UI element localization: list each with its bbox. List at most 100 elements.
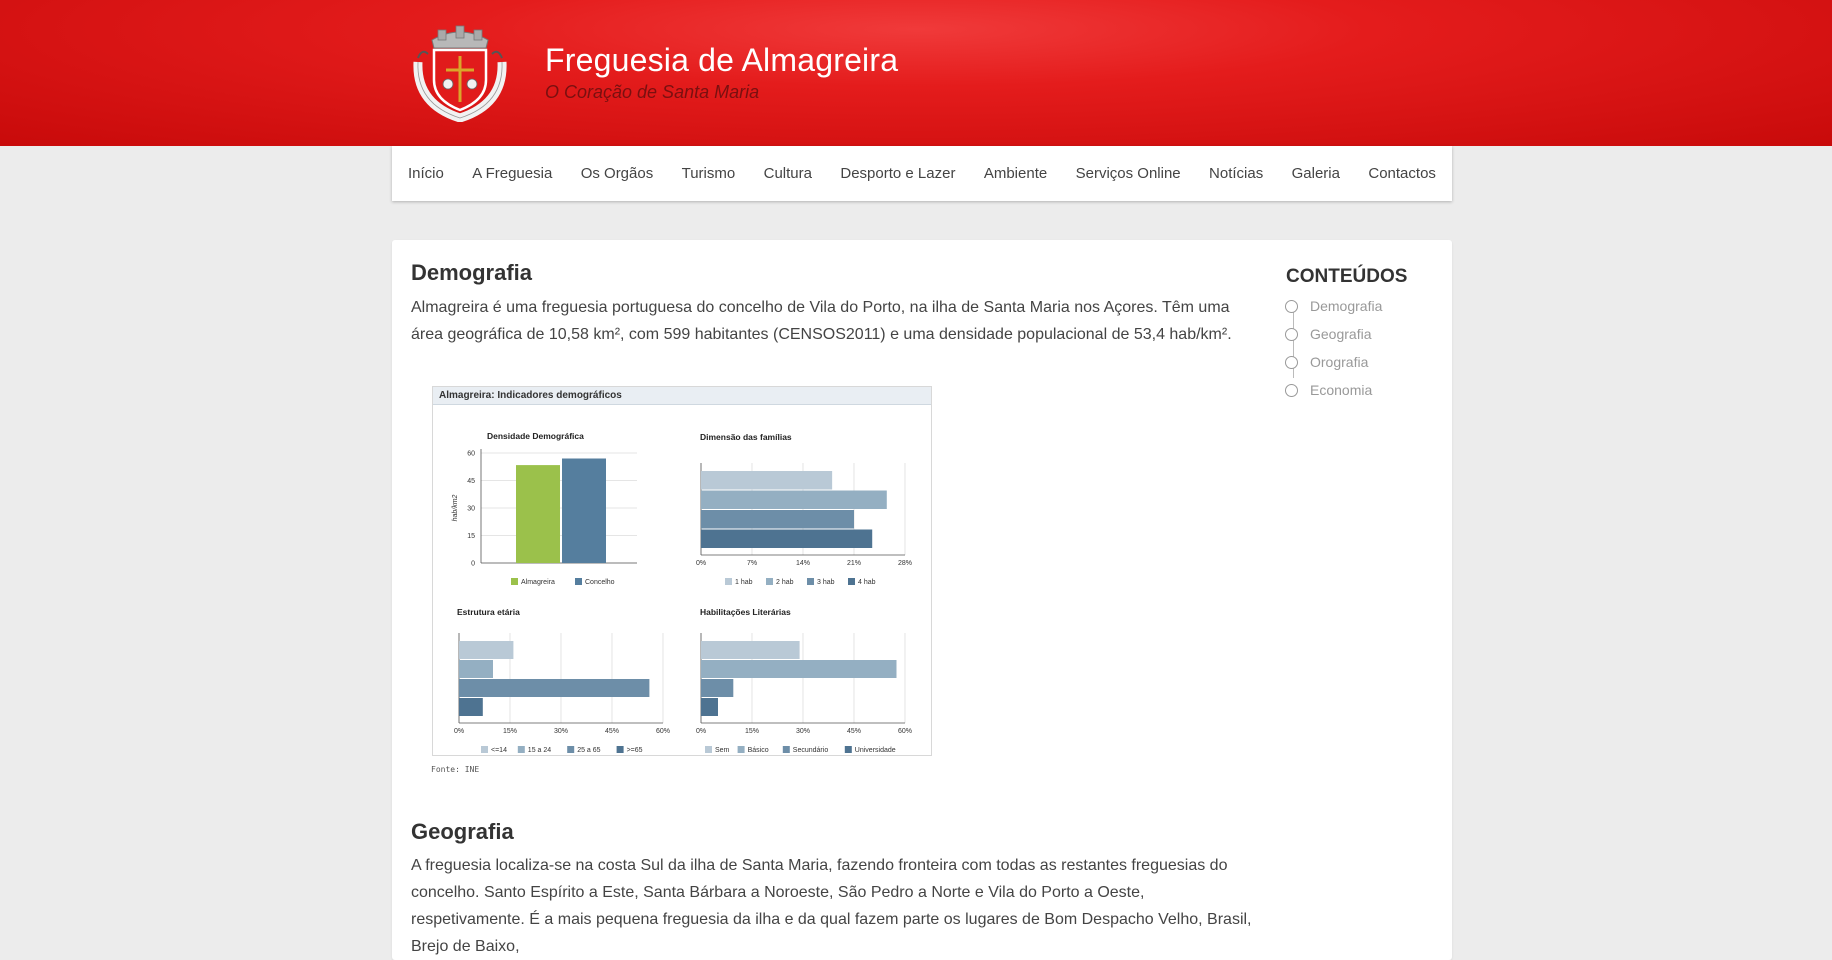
- y-tick-label: 15: [467, 533, 475, 540]
- bar-3-hab: [701, 510, 854, 529]
- section-text-demografia: Almagreira é uma freguesia portuguesa do…: [411, 299, 1232, 343]
- legend-swatch: [844, 746, 852, 753]
- x-tick-label: 30%: [796, 728, 810, 735]
- x-tick-label: 0%: [696, 560, 706, 567]
- toc-item-orografia[interactable]: Orografia: [1285, 353, 1368, 371]
- toc-circle-icon: [1285, 327, 1298, 341]
- nav-item-turismo[interactable]: Turismo: [682, 165, 736, 182]
- toc-item-geografia[interactable]: Geografia: [1285, 325, 1371, 343]
- legend-label: >=65: [627, 747, 643, 754]
- y-tick-label: 45: [467, 478, 475, 485]
- bar-universidade: [701, 698, 718, 716]
- nav-item-noticias[interactable]: Notícias: [1209, 165, 1263, 182]
- x-tick-label: 7%: [747, 560, 757, 567]
- nav-item-inicio[interactable]: Início: [408, 165, 444, 182]
- legend-swatch: [481, 746, 488, 753]
- nav-item-ambiente[interactable]: Ambiente: [984, 165, 1047, 182]
- legend-swatch: [766, 578, 773, 585]
- legend-label: 25 a 65: [577, 747, 600, 754]
- legend-swatch: [567, 746, 575, 753]
- bar--65: [459, 698, 483, 716]
- legend-swatch: [575, 578, 582, 585]
- legend-swatch: [782, 746, 790, 753]
- toc-circle-icon: [1285, 355, 1298, 369]
- y-tick-label: 60: [467, 451, 475, 458]
- bar-almagreira: [516, 465, 560, 563]
- legend-label: Universidade: [855, 747, 896, 754]
- toc-title: CONTEÚDOS: [1286, 266, 1408, 287]
- y-axis-label: hab/km2: [452, 494, 459, 521]
- x-tick-label: 45%: [605, 728, 619, 735]
- legend-label: 3 hab: [817, 579, 835, 586]
- chart-title: Dimensão das famílias: [700, 432, 792, 442]
- toc-item-demografia[interactable]: Demografia: [1285, 297, 1382, 315]
- toc-label: Orografia: [1310, 354, 1369, 370]
- bar-secund-rio: [701, 679, 734, 697]
- chart-title: Habilitações Literárias: [700, 607, 791, 617]
- site-header: Freguesia de Almagreira O Coração de San…: [0, 0, 1832, 146]
- legend-label: 4 hab: [858, 579, 876, 586]
- x-tick-label: 0%: [696, 728, 706, 735]
- legend-swatch: [511, 578, 518, 585]
- legend-label: Secundário: [793, 747, 829, 754]
- legend-swatch: [737, 746, 745, 753]
- legend-swatch: [705, 746, 712, 753]
- legend-swatch: [616, 746, 624, 753]
- legend-label: Sem: [715, 747, 730, 754]
- nav-item-cultura[interactable]: Cultura: [764, 165, 812, 182]
- section-heading-demografia: Demografia: [411, 260, 533, 285]
- demographics-figure: Almagreira: Indicadores demográficos Den…: [432, 386, 932, 756]
- bar-2-hab: [701, 490, 887, 509]
- bar-15-a-24: [459, 660, 493, 678]
- nav-item-galeria[interactable]: Galeria: [1292, 165, 1340, 182]
- x-tick-label: 60%: [898, 728, 912, 735]
- legend-label: <=14: [491, 747, 507, 754]
- nav-item-servicos-online[interactable]: Serviços Online: [1076, 165, 1181, 182]
- x-tick-label: 45%: [847, 728, 861, 735]
- site-title[interactable]: Freguesia de Almagreira: [545, 42, 898, 79]
- nav-item-desporto-e-lazer[interactable]: Desporto e Lazer: [840, 165, 955, 182]
- figure-source: Fonte: INE: [431, 765, 480, 774]
- x-tick-label: 15%: [503, 728, 517, 735]
- legend-label: 15 a 24: [528, 747, 551, 754]
- y-tick-label: 30: [467, 506, 475, 513]
- nav-item-contactos[interactable]: Contactos: [1368, 165, 1436, 182]
- bar--14: [459, 641, 514, 659]
- bar-4-hab: [701, 529, 873, 548]
- legend-swatch: [517, 746, 525, 753]
- legend-swatch: [807, 578, 814, 585]
- x-tick-label: 28%: [898, 560, 912, 567]
- toc-label: Geografia: [1310, 326, 1372, 342]
- nav-item-os-orgaos[interactable]: Os Orgãos: [581, 165, 654, 182]
- content-card: Demografia Almagreira é uma freguesia po…: [392, 240, 1452, 960]
- main-navigation: Início A Freguesia Os Orgãos Turismo Cul…: [392, 146, 1452, 201]
- figure-title: Almagreira: Indicadores demográficos: [433, 387, 931, 405]
- legend-label: Básico: [748, 747, 769, 754]
- bar-1-hab: [701, 471, 833, 490]
- toc-label: Demografia: [1310, 298, 1383, 314]
- toc-circle-icon: [1285, 383, 1298, 397]
- y-tick-label: 0: [471, 561, 475, 568]
- section-text-geografia: A freguesia localiza-se na costa Sul da …: [411, 857, 1252, 955]
- demographics-charts: Densidade Demográfica 0 15 30 45 60 hab/km2 Alm…: [452, 431, 912, 754]
- chart-title: Estrutura etária: [457, 607, 520, 617]
- legend-label: Concelho: [585, 579, 615, 586]
- x-tick-label: 60%: [656, 728, 670, 735]
- legend-label: 2 hab: [776, 579, 794, 586]
- toc-circle-icon: [1285, 299, 1298, 313]
- legend-label: Almagreira: [521, 579, 555, 586]
- toc-label: Economia: [1310, 382, 1373, 398]
- nav-item-a-freguesia[interactable]: A Freguesia: [472, 165, 552, 182]
- coat-of-arms-logo[interactable]: [410, 18, 510, 122]
- x-tick-label: 0%: [454, 728, 464, 735]
- legend-swatch: [848, 578, 855, 585]
- toc-item-economia[interactable]: Economia: [1285, 381, 1372, 399]
- bar-b-sico: [701, 660, 897, 678]
- x-tick-label: 30%: [554, 728, 568, 735]
- chart-title: Densidade Demográfica: [487, 431, 584, 441]
- x-tick-label: 15%: [745, 728, 759, 735]
- x-tick-label: 21%: [847, 560, 861, 567]
- bar-25-a-65: [459, 679, 650, 697]
- site-tagline: O Coração de Santa Maria: [545, 82, 760, 102]
- x-tick-label: 14%: [796, 560, 810, 567]
